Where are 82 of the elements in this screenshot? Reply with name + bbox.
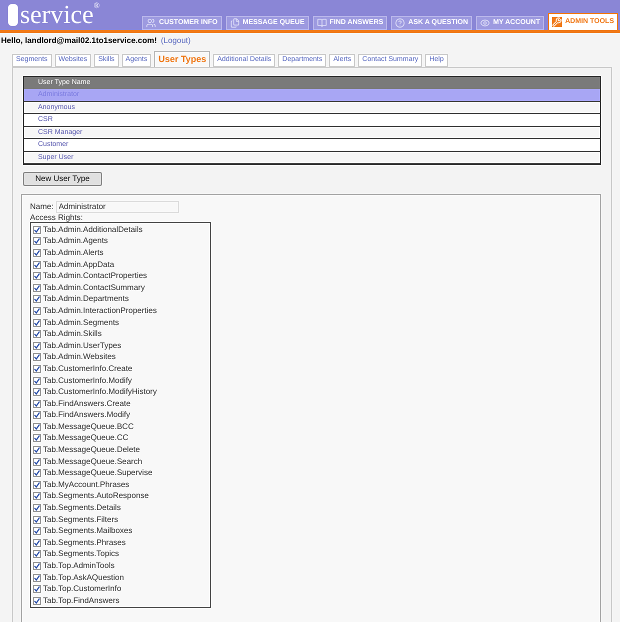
checkbox[interactable] — [33, 330, 41, 338]
access-right-label: Tab.CustomerInfo.Modify — [43, 374, 132, 387]
checkbox[interactable] — [33, 446, 41, 454]
access-right-label: Tab.CustomerInfo.Create — [43, 362, 132, 375]
access-right-label: Tab.Top.AdminTools — [43, 560, 115, 572]
logout-link[interactable]: (Logout) — [160, 35, 191, 47]
access-right-label: Tab.FindAnswers.Modify — [43, 409, 130, 422]
checkbox[interactable] — [33, 492, 41, 500]
access-right-label: Tab.Top.CustomerInfo — [43, 583, 122, 596]
checkbox[interactable] — [33, 295, 41, 304]
checkbox[interactable] — [33, 562, 41, 570]
checkbox[interactable] — [33, 260, 41, 269]
checkbox[interactable] — [33, 226, 41, 234]
access-right-label: Tab.MessageQueue.Search — [43, 456, 142, 468]
access-right-label: Tab.Admin.UserTypes — [43, 340, 122, 352]
checkbox[interactable] — [33, 388, 41, 396]
new-user-type-button[interactable]: New User Type — [23, 172, 102, 186]
access-right-label: Tab.Segments.Phrases — [43, 536, 126, 549]
checkbox[interactable] — [33, 596, 41, 605]
pages-icon — [230, 18, 240, 28]
access-right-label: Tab.CustomerInfo.ModifyHistory — [43, 386, 157, 398]
checkbox[interactable] — [33, 400, 41, 408]
access-right-label: Tab.MyAccount.Phrases — [43, 478, 130, 491]
users-icon — [146, 18, 156, 28]
access-right-label: Tab.Segments.Filters — [43, 514, 118, 526]
greeting-text: Hello, landlord@mail02.1to1service.com! — [1, 35, 157, 47]
access-right-label: Tab.Admin.AppData — [43, 258, 114, 271]
access-right-label: Tab.Admin.ContactProperties — [43, 270, 148, 282]
access-rights-label: Access Rights: — [30, 213, 84, 222]
checkbox[interactable] — [33, 342, 41, 350]
access-right-label: Tab.Admin.Skills — [43, 328, 102, 340]
checkbox[interactable] — [33, 538, 41, 547]
checkbox[interactable] — [33, 574, 41, 582]
checkbox[interactable] — [33, 434, 41, 442]
access-right-label: Tab.Top.FindAnswers — [43, 594, 120, 607]
checkbox[interactable] — [33, 272, 41, 280]
checkbox[interactable] — [33, 306, 41, 315]
eye-icon — [480, 18, 490, 28]
checkbox[interactable] — [33, 550, 41, 558]
wrench-icon — [552, 17, 562, 27]
access-right-label: Tab.Admin.Websites — [43, 351, 116, 364]
checkbox[interactable] — [33, 318, 41, 327]
checkbox[interactable] — [33, 248, 41, 257]
access-right-label: Tab.Admin.Segments — [43, 316, 120, 329]
access-right-label: Tab.Segments.Details — [43, 502, 121, 514]
checkbox[interactable] — [33, 516, 41, 524]
access-right-label: Tab.Admin.Agents — [43, 235, 108, 248]
checkbox[interactable] — [33, 237, 41, 246]
admin-tab[interactable]: User Types — [154, 51, 210, 67]
checkbox[interactable] — [33, 527, 41, 536]
access-right-label: Tab.MessageQueue.Delete — [43, 444, 140, 456]
access-right-label: Tab.Segments.Topics — [43, 548, 120, 560]
checkbox[interactable] — [33, 458, 41, 466]
checkbox[interactable] — [33, 353, 41, 362]
access-right-label: Tab.Admin.Departments — [43, 293, 129, 306]
access-right-label: Tab.FindAnswers.Create — [43, 398, 131, 410]
access-right-label: Tab.Admin.ContactSummary — [43, 282, 145, 294]
access-right-label: Tab.Admin.InteractionProperties — [43, 304, 157, 317]
access-right-label: Tab.MessageQueue.Supervise — [43, 467, 152, 480]
checkbox[interactable] — [33, 284, 41, 292]
checkbox[interactable] — [33, 364, 41, 373]
access-right-label: Tab.Segments.Mailboxes — [43, 525, 132, 538]
access-right-label: Tab.Segments.AutoResponse — [43, 490, 149, 502]
registered-mark: ® — [94, 2, 100, 10]
access-right-label: Tab.MessageQueue.BCC — [43, 420, 134, 433]
logo-mark-icon — [8, 4, 18, 26]
access-right-label: Tab.MessageQueue.CC — [43, 432, 128, 444]
checkbox[interactable] — [33, 376, 41, 385]
logo: service® — [0, 2, 100, 28]
name-label: Name: — [30, 201, 54, 213]
name-field[interactable]: Administrator — [56, 201, 179, 213]
access-right-label: Tab.Admin.Alerts — [43, 246, 104, 259]
checkbox[interactable] — [33, 411, 41, 420]
checkbox[interactable] — [33, 504, 41, 512]
access-right-label: Tab.Top.AskAQuestion — [43, 572, 124, 584]
checkbox[interactable] — [33, 422, 41, 431]
checkbox[interactable] — [33, 585, 41, 594]
book-icon — [316, 18, 326, 28]
checkbox[interactable] — [33, 469, 41, 478]
access-right-label: Tab.Admin.AdditionalDetails — [43, 224, 143, 236]
checkbox[interactable] — [33, 480, 41, 489]
help-icon — [395, 18, 406, 28]
